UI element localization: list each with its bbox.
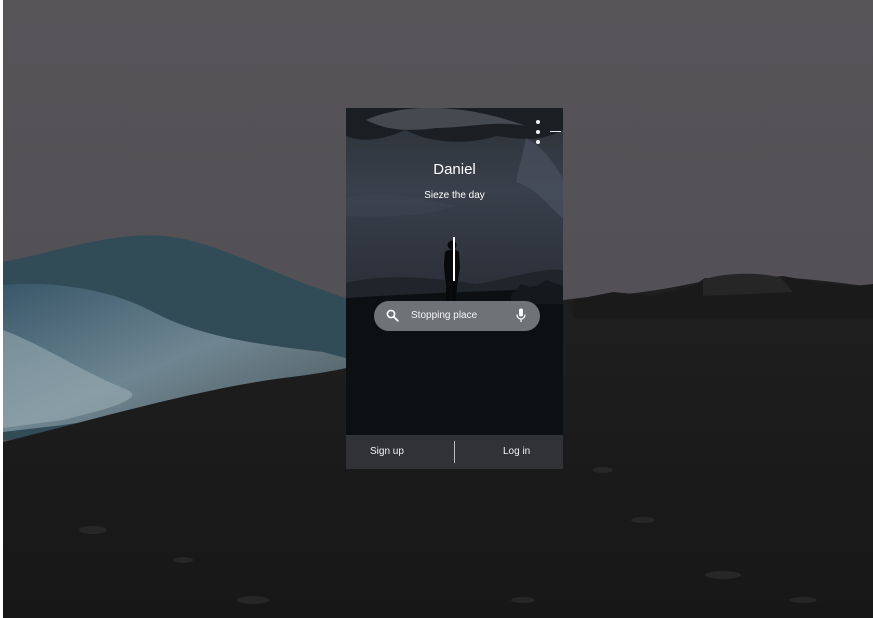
minimize-icon[interactable] xyxy=(549,126,563,138)
text-cursor xyxy=(453,237,455,281)
user-name: Daniel xyxy=(433,161,476,178)
auth-bar: Sign up Log in xyxy=(346,435,563,469)
search-field[interactable]: Stopping place xyxy=(374,301,540,331)
log-in-button[interactable]: Log in xyxy=(503,435,530,469)
sign-up-button[interactable]: Sign up xyxy=(370,435,404,469)
more-vertical-icon[interactable] xyxy=(533,120,543,144)
search-icon xyxy=(386,309,399,322)
search-value[interactable]: Stopping place xyxy=(411,310,477,321)
login-card: Daniel Sieze the day Stopping place Sign… xyxy=(346,108,563,469)
auth-divider xyxy=(454,441,455,463)
mic-icon[interactable] xyxy=(515,308,527,323)
user-tagline: Sieze the day xyxy=(424,190,485,201)
lock-screen: Daniel Sieze the day Stopping place Sign… xyxy=(3,0,873,618)
